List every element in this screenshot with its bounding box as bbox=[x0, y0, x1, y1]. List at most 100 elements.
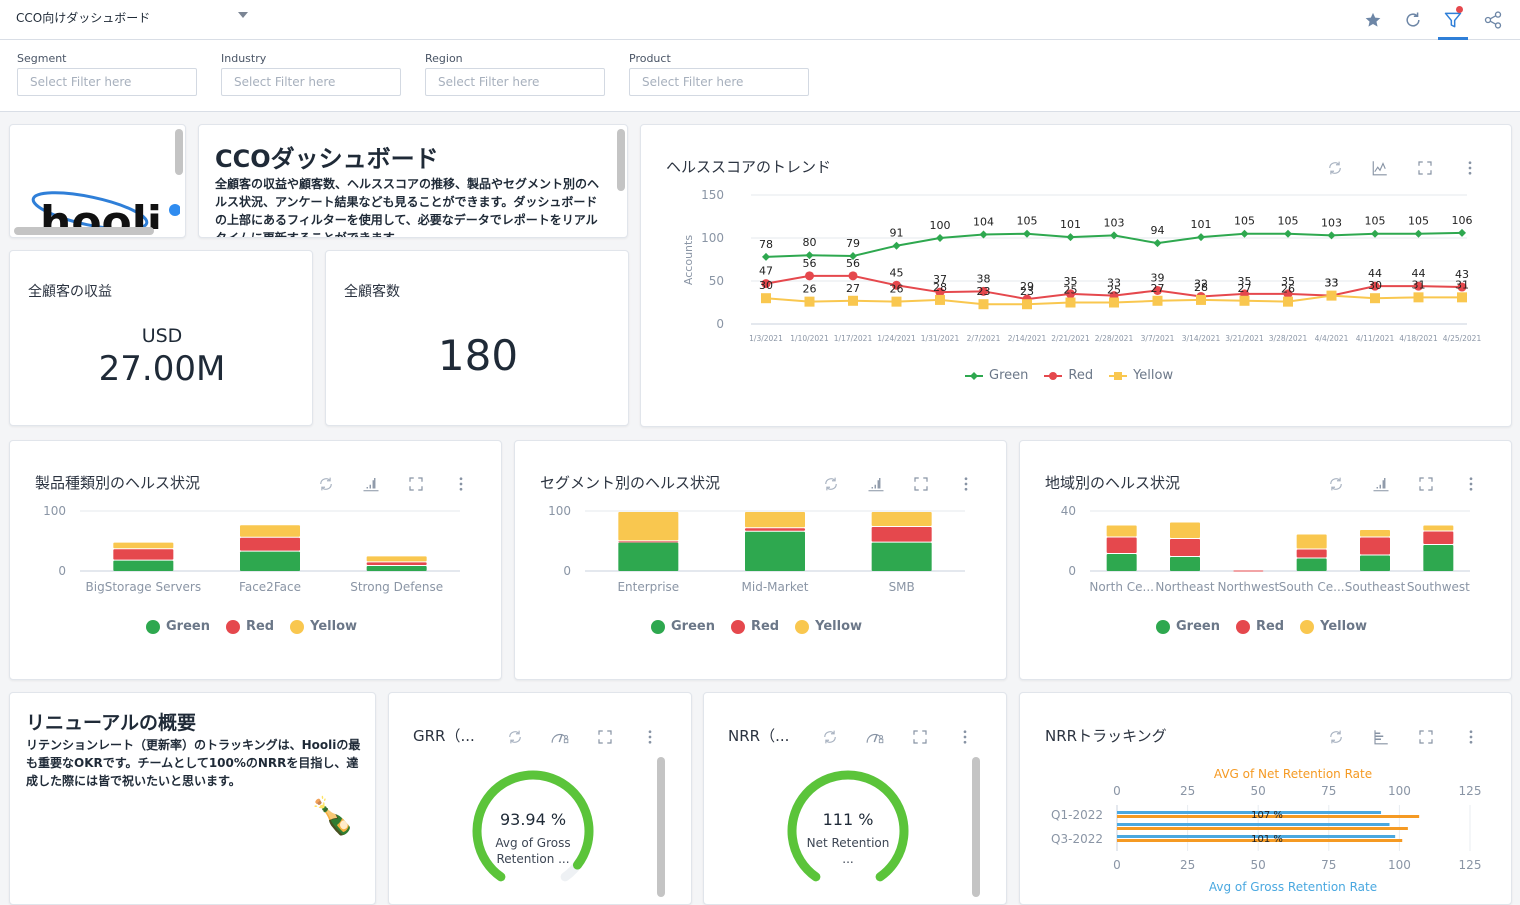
data-point bbox=[848, 271, 858, 281]
top-x-tick-label: 25 bbox=[1180, 784, 1195, 798]
data-point bbox=[1152, 295, 1163, 306]
x-tick-label: 2/7/2021 bbox=[967, 334, 1001, 343]
refresh-button[interactable] bbox=[1400, 6, 1426, 34]
x-tick-label: Strong Defense bbox=[350, 580, 443, 594]
x-tick-label: 4/18/2021 bbox=[1399, 334, 1438, 343]
vertical-scrollbar[interactable] bbox=[657, 757, 665, 897]
category-label: Q3-2022 bbox=[1051, 832, 1103, 846]
bar-segment-green bbox=[1170, 557, 1200, 571]
data-label: 33 bbox=[1325, 277, 1339, 290]
vertical-scrollbar[interactable] bbox=[175, 129, 183, 175]
bottom-axis-label: Avg of Gross Retention Rate bbox=[1209, 880, 1377, 894]
product-health-widget: 製品種類別のヘルス状況 0 100 BigStorage Servers Face2F… bbox=[9, 440, 502, 680]
kpi-unit: USD bbox=[141, 325, 183, 347]
data-point bbox=[1240, 229, 1249, 238]
legend-item-green[interactable]: Green bbox=[965, 368, 1028, 383]
legend-item-red[interactable]: Red bbox=[225, 619, 274, 634]
data-label: 101 % bbox=[1251, 834, 1283, 845]
horizontal-scrollbar[interactable] bbox=[14, 227, 154, 235]
data-point bbox=[1065, 297, 1076, 308]
segment-filter-input[interactable] bbox=[17, 68, 197, 96]
x-tick-label: Southeast bbox=[1345, 580, 1406, 594]
legend-item-yellow[interactable]: Yellow bbox=[1109, 368, 1173, 383]
legend-item-red[interactable]: Red bbox=[1235, 619, 1285, 634]
champagne-icon: 🍾 bbox=[310, 796, 355, 837]
x-tick-label: Northeast bbox=[1155, 580, 1215, 594]
data-point bbox=[1283, 296, 1293, 307]
data-point bbox=[1066, 233, 1075, 242]
x-tick-label: Enterprise bbox=[617, 580, 679, 594]
data-label: 27 bbox=[1238, 282, 1252, 295]
bar-segment-yellow bbox=[1360, 530, 1390, 537]
x-tick-label: 3/21/2021 bbox=[1225, 334, 1264, 343]
bar-segment-red bbox=[1233, 570, 1264, 572]
legend-label: Red bbox=[750, 619, 780, 634]
x-tick-label: 3/7/2021 bbox=[1141, 334, 1175, 343]
legend-label: Red bbox=[1068, 368, 1094, 383]
vertical-scrollbar[interactable] bbox=[617, 129, 625, 191]
region-health-widget: 地域別のヘルス状況 0 40 North Ce... Northeast Northwe… bbox=[1019, 440, 1512, 680]
dashboard-selector[interactable]: CCO向けダッシュボード bbox=[16, 9, 150, 26]
x-tick-label: 1/3/2021 bbox=[749, 334, 783, 343]
legend-item-green[interactable]: Green bbox=[651, 619, 715, 634]
bar-segment-green bbox=[745, 531, 805, 571]
x-tick-label: 3/28/2021 bbox=[1269, 334, 1308, 343]
bar-segment-red bbox=[1423, 531, 1454, 544]
segment-health-widget: セグメント別のヘルス状況 0 100 Enterprise Mid-Market SMB… bbox=[514, 440, 1007, 680]
legend-swatch bbox=[1300, 619, 1315, 634]
bar-gross-retention bbox=[1117, 823, 1390, 826]
bar-segment-yellow bbox=[1423, 525, 1454, 531]
share-button[interactable] bbox=[1480, 6, 1506, 34]
y-tick-label: 0 bbox=[716, 317, 724, 331]
legend-item-yellow[interactable]: Yellow bbox=[795, 619, 862, 634]
data-label: 30 bbox=[1368, 279, 1382, 292]
data-label: 79 bbox=[846, 237, 860, 250]
bar-gross-retention bbox=[1117, 811, 1382, 814]
legend-item-yellow[interactable]: Yellow bbox=[1300, 619, 1367, 634]
chevron-down-icon[interactable] bbox=[238, 12, 248, 18]
legend-item-red[interactable]: Red bbox=[730, 619, 780, 634]
x-tick-label: 2/14/2021 bbox=[1008, 334, 1047, 343]
data-label: 103 bbox=[1321, 216, 1342, 229]
legend-item-green[interactable]: Green bbox=[1156, 619, 1220, 634]
legend-label: Yellow bbox=[1320, 619, 1368, 634]
bar-segment-yellow bbox=[366, 556, 427, 562]
filter-button[interactable] bbox=[1438, 6, 1468, 40]
favorite-button[interactable] bbox=[1360, 6, 1386, 34]
square-marker-icon bbox=[1109, 371, 1128, 380]
legend-item-yellow[interactable]: Yellow bbox=[290, 619, 357, 634]
legend-swatch bbox=[730, 619, 745, 634]
bar-net-retention bbox=[1117, 827, 1408, 830]
legend-item-green[interactable]: Green bbox=[146, 619, 210, 634]
bar-segment-yellow bbox=[240, 525, 300, 537]
gauge-caption: Net Retention ... bbox=[806, 836, 890, 866]
data-point bbox=[804, 296, 815, 307]
legend-item-red[interactable]: Red bbox=[1044, 368, 1093, 383]
data-label: 28 bbox=[1194, 281, 1208, 294]
renewal-summary-widget: リニューアルの概要 リテンションレート（更新率）のトラッキングは、Hooliの最… bbox=[9, 692, 376, 905]
data-point bbox=[1414, 229, 1423, 238]
data-point bbox=[1458, 228, 1466, 237]
filter-industry: Industry bbox=[221, 52, 401, 96]
nrr-tracking-widget: NRRトラッキング AVG of Net Retention Rate Avg o… bbox=[1019, 692, 1512, 905]
legend-label: Red bbox=[1255, 619, 1285, 634]
x-tick-label: 2/28/2021 bbox=[1095, 334, 1134, 343]
region-filter-input[interactable] bbox=[425, 68, 605, 96]
vertical-scrollbar[interactable] bbox=[972, 757, 980, 897]
industry-filter-input[interactable] bbox=[221, 68, 401, 96]
product-filter-input[interactable] bbox=[629, 68, 809, 96]
bar-segment-red bbox=[366, 562, 427, 565]
top-x-tick-label: 0 bbox=[1113, 784, 1121, 798]
data-point bbox=[936, 234, 944, 242]
data-point bbox=[1022, 299, 1032, 310]
top-x-tick-label: 100 bbox=[1388, 784, 1411, 798]
data-label: 78 bbox=[759, 238, 773, 251]
x-tick-label: Northwest bbox=[1217, 580, 1279, 594]
legend-label: Green bbox=[166, 619, 210, 634]
filter-label: Product bbox=[629, 52, 671, 65]
bar-segment-red bbox=[618, 541, 679, 543]
bar-segment-red bbox=[871, 527, 932, 542]
data-point bbox=[1413, 292, 1424, 303]
nrr-gauge bbox=[787, 770, 909, 882]
kpi-value: 27.00M bbox=[98, 349, 226, 389]
